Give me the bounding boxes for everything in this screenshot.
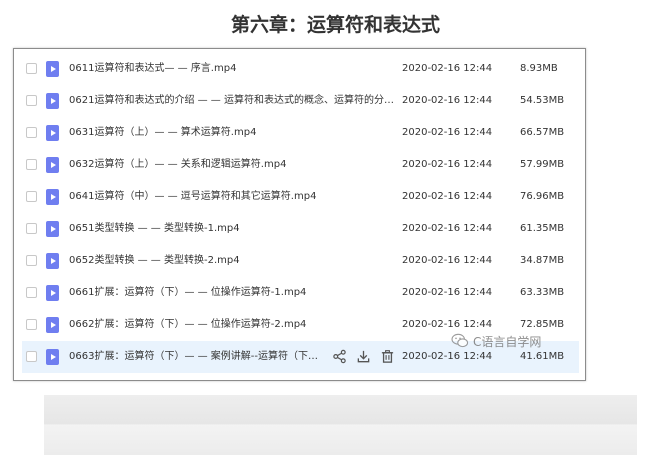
file-date: 2020-02-16 12:44 bbox=[402, 95, 493, 106]
row-checkbox[interactable] bbox=[26, 95, 37, 106]
file-row[interactable]: 0661扩展：运算符（下）— — 位操作运算符-1.mp4 2020-02-16… bbox=[22, 277, 579, 309]
file-row[interactable]: 0631运算符（上）— — 算术运算符.mp4 2020-02-16 12:44… bbox=[22, 117, 579, 149]
file-size: 8.93MB bbox=[520, 63, 558, 74]
file-size: 57.99MB bbox=[520, 159, 565, 170]
row-checkbox[interactable] bbox=[26, 63, 37, 74]
download-icon[interactable] bbox=[356, 349, 371, 364]
file-size: 34.87MB bbox=[520, 255, 565, 266]
video-file-icon bbox=[46, 285, 59, 301]
file-row[interactable]: 0641运算符（中）— — 逗号运算符和其它运算符.mp4 2020-02-16… bbox=[22, 181, 579, 213]
file-row[interactable]: 0611运算符和表达式— — 序言.mp4 2020-02-16 12:44 8… bbox=[22, 53, 579, 85]
decorative-band bbox=[44, 395, 637, 455]
file-name[interactable]: 0661扩展：运算符（下）— — 位操作运算符-1.mp4 bbox=[69, 277, 395, 309]
file-name[interactable]: 0663扩展：运算符（下）— — 案例讲解--运算符（下）... bbox=[69, 341, 321, 373]
row-checkbox[interactable] bbox=[26, 159, 37, 170]
video-file-icon bbox=[46, 61, 59, 77]
share-icon[interactable] bbox=[332, 349, 347, 364]
file-date: 2020-02-16 12:44 bbox=[402, 127, 493, 138]
row-checkbox[interactable] bbox=[26, 255, 37, 266]
file-name[interactable]: 0651类型转换 — — 类型转换-1.mp4 bbox=[69, 213, 395, 245]
file-date: 2020-02-16 12:44 bbox=[402, 191, 493, 202]
row-checkbox[interactable] bbox=[26, 351, 37, 362]
file-size: 61.35MB bbox=[520, 223, 565, 234]
file-row[interactable]: 0651类型转换 — — 类型转换-1.mp4 2020-02-16 12:44… bbox=[22, 213, 579, 245]
file-name[interactable]: 0652类型转换 — — 类型转换-2.mp4 bbox=[69, 245, 395, 277]
video-file-icon bbox=[46, 93, 59, 109]
video-file-icon bbox=[46, 157, 59, 173]
video-file-icon bbox=[46, 125, 59, 141]
video-file-icon bbox=[46, 317, 59, 333]
file-name[interactable]: 0611运算符和表达式— — 序言.mp4 bbox=[69, 53, 395, 85]
file-row[interactable]: 0621运算符和表达式的介绍 — — 运算符和表达式的概念、运算符的分类... … bbox=[22, 85, 579, 117]
file-name[interactable]: 0632运算符（上）— — 关系和逻辑运算符.mp4 bbox=[69, 149, 395, 181]
row-actions bbox=[332, 349, 395, 365]
file-name[interactable]: 0621运算符和表达式的介绍 — — 运算符和表达式的概念、运算符的分类... bbox=[69, 85, 395, 117]
file-date: 2020-02-16 12:44 bbox=[402, 159, 493, 170]
row-checkbox[interactable] bbox=[26, 287, 37, 298]
page-title: 第六章：运算符和表达式 bbox=[230, 14, 440, 36]
video-file-icon bbox=[46, 253, 59, 269]
file-size: 76.96MB bbox=[520, 191, 565, 202]
wechat-icon bbox=[451, 333, 469, 348]
file-row[interactable]: 0652类型转换 — — 类型转换-2.mp4 2020-02-16 12:44… bbox=[22, 245, 579, 277]
file-size: 66.57MB bbox=[520, 127, 565, 138]
file-date: 2020-02-16 12:44 bbox=[402, 63, 493, 74]
delete-icon[interactable] bbox=[380, 349, 395, 364]
file-list: 0611运算符和表达式— — 序言.mp4 2020-02-16 12:44 8… bbox=[22, 53, 579, 373]
video-file-icon bbox=[46, 189, 59, 205]
file-name[interactable]: 0641运算符（中）— — 逗号运算符和其它运算符.mp4 bbox=[69, 181, 395, 213]
file-date: 2020-02-16 12:44 bbox=[402, 255, 493, 266]
file-name[interactable]: 0631运算符（上）— — 算术运算符.mp4 bbox=[69, 117, 395, 149]
file-name[interactable]: 0662扩展：运算符（下）— — 位操作运算符-2.mp4 bbox=[69, 309, 395, 341]
file-size: 54.53MB bbox=[520, 95, 565, 106]
file-size: 63.33MB bbox=[520, 287, 565, 298]
file-date: 2020-02-16 12:44 bbox=[402, 287, 493, 298]
row-checkbox[interactable] bbox=[26, 223, 37, 234]
watermark-text: C语言自学网 bbox=[473, 334, 542, 349]
file-row[interactable]: 0632运算符（上）— — 关系和逻辑运算符.mp4 2020-02-16 12… bbox=[22, 149, 579, 181]
watermark: C语言自学网 bbox=[451, 330, 541, 352]
video-file-icon bbox=[46, 349, 59, 365]
file-date: 2020-02-16 12:44 bbox=[402, 223, 493, 234]
row-checkbox[interactable] bbox=[26, 127, 37, 138]
row-checkbox[interactable] bbox=[26, 319, 37, 330]
video-file-icon bbox=[46, 221, 59, 237]
row-checkbox[interactable] bbox=[26, 191, 37, 202]
